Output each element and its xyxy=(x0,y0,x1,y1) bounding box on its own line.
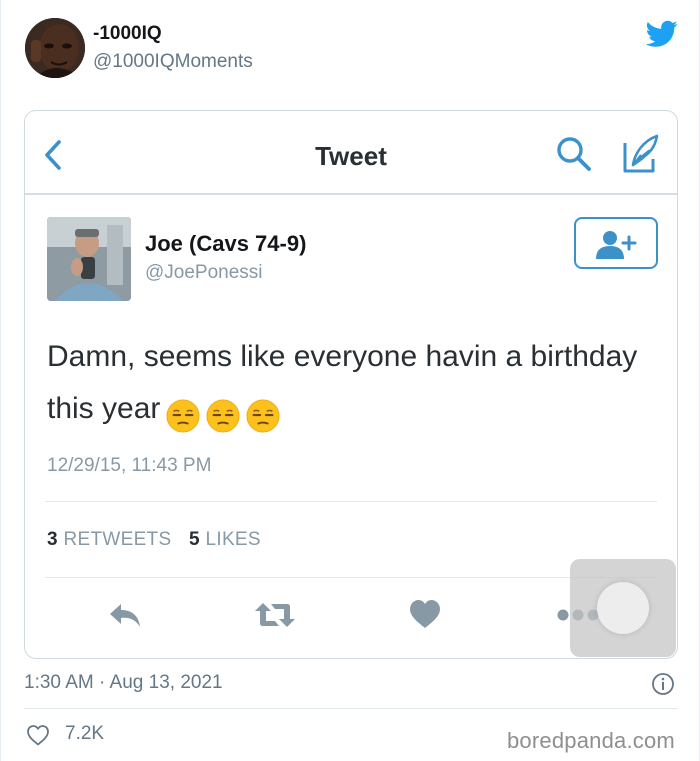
author-handle[interactable]: @1000IQMoments xyxy=(93,51,253,73)
tweet-timestamp: 12/29/15, 11:43 PM xyxy=(47,455,212,476)
tweet-screenshot: Tweet Joe (Cavs 74-9) @JoePonessi Damn, … xyxy=(24,110,678,659)
tweet-text: Damn, seems like everyone havin a birthd… xyxy=(47,331,657,441)
quoted-user-avatar[interactable] xyxy=(47,217,131,301)
unamused-face-icon xyxy=(166,399,200,433)
engagement-stats: 3 RETWEETS 5 LIKES xyxy=(47,529,261,551)
post-timestamp[interactable]: 1:30 AM · Aug 13, 2021 xyxy=(24,672,223,694)
divider xyxy=(45,577,657,578)
likes-label[interactable]: LIKES xyxy=(206,529,261,550)
retweets-count[interactable]: 3 xyxy=(47,529,58,550)
assistive-touch-dot xyxy=(597,582,649,634)
heart-outline-icon[interactable] xyxy=(26,724,50,746)
reply-icon[interactable] xyxy=(107,601,143,629)
like-heart-icon[interactable] xyxy=(408,599,442,629)
emoji-group xyxy=(160,389,280,441)
unamused-face-icon xyxy=(246,399,280,433)
quoted-user-name[interactable]: Joe (Cavs 74-9) xyxy=(145,231,306,257)
info-icon[interactable] xyxy=(651,672,675,696)
search-icon[interactable] xyxy=(555,135,593,173)
retweet-icon[interactable] xyxy=(253,601,297,629)
follow-button[interactable] xyxy=(574,217,658,269)
nav-bar: Tweet xyxy=(25,111,677,195)
tweet-body: Damn, seems like everyone havin a birthd… xyxy=(47,340,638,425)
divider xyxy=(45,501,657,502)
likes-count[interactable]: 5 xyxy=(189,529,200,550)
assistive-touch-button[interactable] xyxy=(570,559,676,657)
author-avatar[interactable] xyxy=(25,18,85,78)
divider xyxy=(24,708,678,709)
embedded-tweet-card: -1000IQ @1000IQMoments Tweet Joe (Cavs 7… xyxy=(0,0,700,761)
retweets-label[interactable]: RETWEETS xyxy=(63,529,171,550)
like-count[interactable]: 7.2K xyxy=(65,723,104,745)
quoted-user-handle[interactable]: @JoePonessi xyxy=(145,262,263,284)
author-name[interactable]: -1000IQ xyxy=(93,23,162,45)
watermark: boredpanda.com xyxy=(507,728,675,753)
compose-quill-icon[interactable] xyxy=(619,133,661,175)
add-user-icon xyxy=(596,231,637,259)
unamused-face-icon xyxy=(206,399,240,433)
twitter-bird-icon[interactable] xyxy=(646,20,678,48)
